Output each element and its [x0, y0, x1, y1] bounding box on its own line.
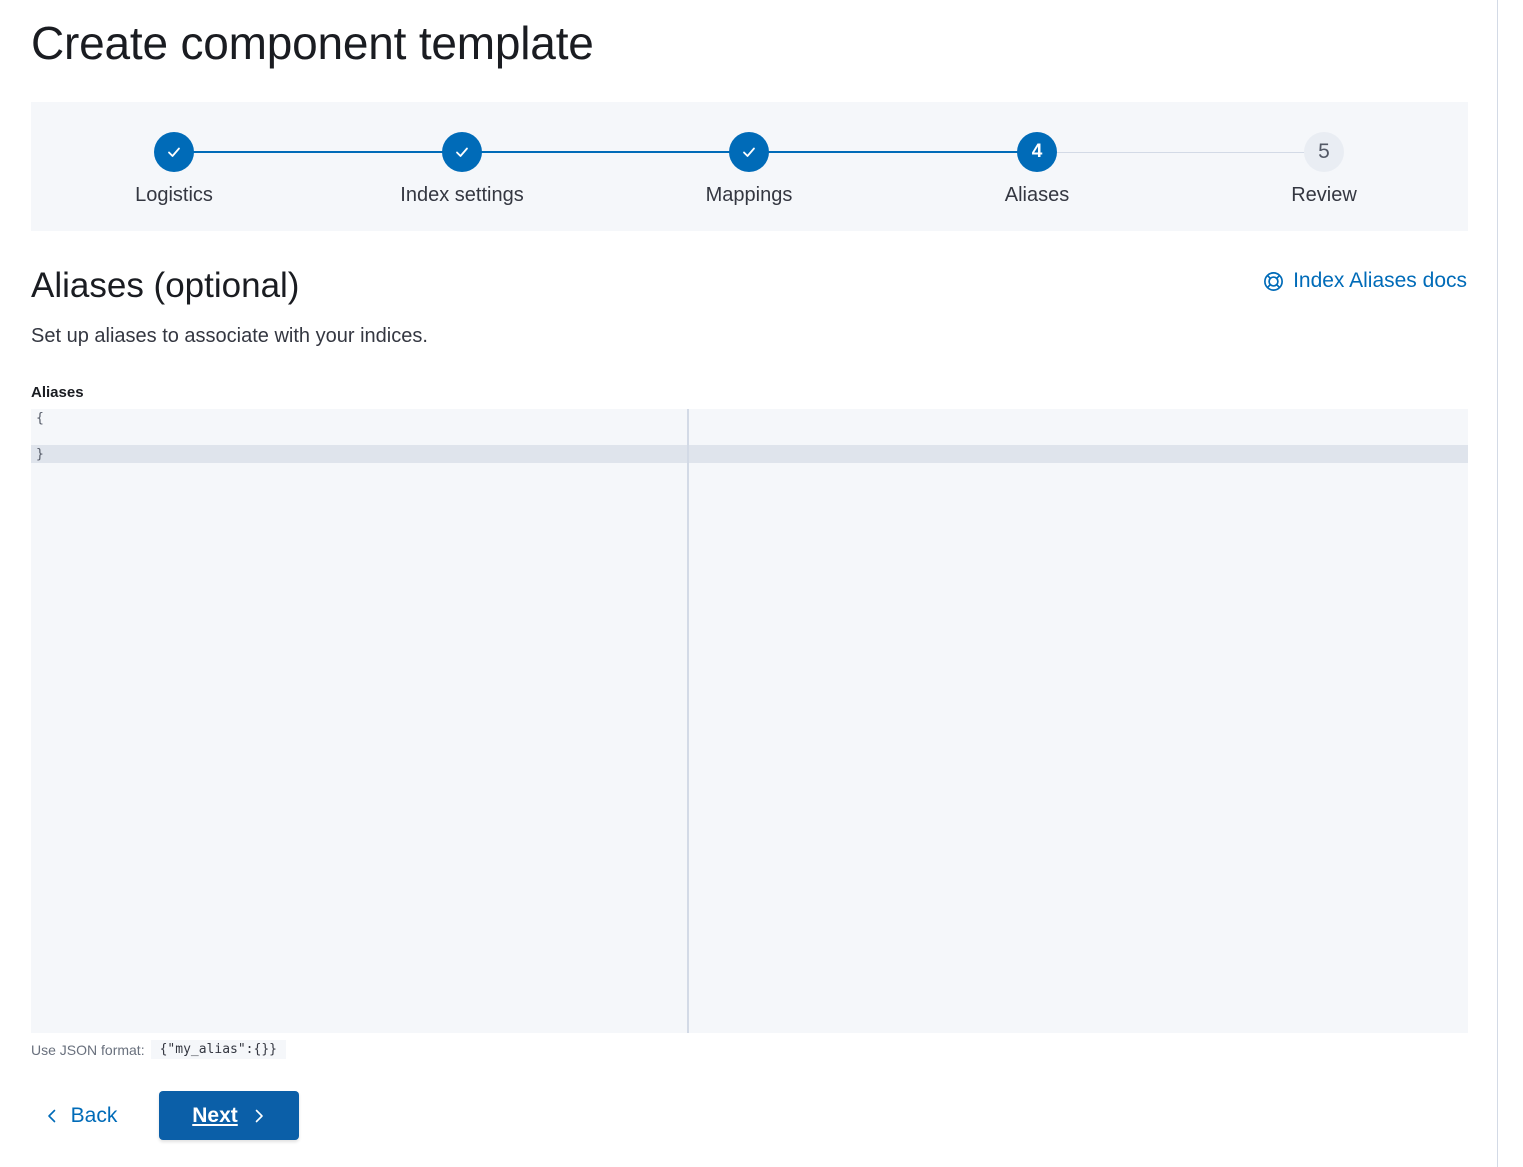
step-title: Mappings	[705, 184, 793, 206]
section-description: Set up aliases to associate with your in…	[31, 325, 428, 347]
page-title: Create component template	[31, 17, 594, 69]
docs-link-label: Index Aliases docs	[1293, 269, 1467, 292]
editor-help-text: Use JSON format: {"my_alias":{}}	[31, 1040, 286, 1059]
step-aliases[interactable]: 4 Aliases	[937, 132, 1137, 207]
json-format-example: {"my_alias":{}}	[150, 1040, 286, 1059]
back-button-label: Back	[70, 1104, 118, 1127]
step-title: Aliases	[1004, 184, 1070, 206]
step-number: 5	[1304, 132, 1344, 172]
editor-active-line	[31, 445, 1468, 463]
aliases-field-label: Aliases	[31, 384, 84, 401]
step-complete-indicator	[442, 132, 482, 172]
next-button[interactable]: Next	[159, 1091, 299, 1140]
check-icon	[168, 147, 180, 157]
next-button-label: Next	[192, 1103, 238, 1127]
help-lifebuoy-icon	[1264, 271, 1284, 291]
step-logistics[interactable]: Logistics	[74, 132, 274, 207]
section-title: Aliases (optional)	[31, 266, 300, 305]
step-title: Index settings	[400, 184, 524, 206]
step-number: 4	[1017, 132, 1057, 172]
check-icon	[743, 147, 755, 157]
editor-line-3: }	[36, 447, 44, 462]
aliases-code-editor[interactable]: { }	[31, 409, 1468, 1033]
editor-line-1: {	[36, 411, 44, 426]
step-mappings[interactable]: Mappings	[649, 132, 849, 207]
index-aliases-docs-link[interactable]: Index Aliases docs	[1263, 269, 1467, 293]
step-title: Logistics	[135, 184, 213, 206]
step-complete-indicator	[729, 132, 769, 172]
step-title: Review	[1291, 184, 1357, 206]
help-prefix: Use JSON format:	[31, 1041, 145, 1058]
check-icon	[456, 147, 468, 157]
step-complete-indicator	[154, 132, 194, 172]
chevron-right-icon	[255, 1109, 263, 1122]
back-button[interactable]: Back	[31, 1092, 131, 1140]
editor-print-margin	[687, 409, 689, 1033]
step-index-settings[interactable]: Index settings	[362, 132, 562, 207]
right-panel-edge	[1497, 0, 1523, 1167]
step-review[interactable]: 5 Review	[1224, 132, 1424, 207]
chevron-left-icon	[47, 1109, 55, 1123]
